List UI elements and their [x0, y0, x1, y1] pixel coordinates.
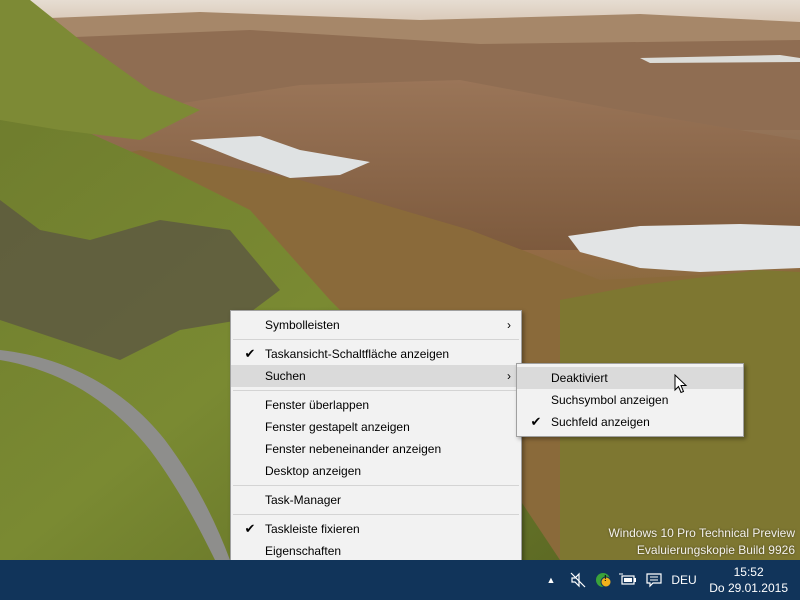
watermark-line-2: Evaluierungskopie Build 9926: [636, 543, 795, 557]
menu-item-label: Desktop anzeigen: [265, 464, 362, 478]
menu-separator: [233, 514, 519, 515]
menu-item-label: Symbolleisten: [265, 318, 340, 332]
menu-item-label: Suchen: [265, 369, 306, 383]
menu-item-label: Taskleiste fixieren: [265, 522, 360, 536]
menu-item-symbolleisten[interactable]: Symbolleisten ›: [231, 314, 521, 336]
checkmark-icon: ✔: [244, 346, 256, 361]
clock-time: 15:52: [733, 565, 764, 579]
menu-item-taskleiste-fixieren[interactable]: ✔ Taskleiste fixieren: [231, 518, 521, 540]
submenu-item-suchfeld[interactable]: ✔ Suchfeld anzeigen: [517, 411, 743, 433]
menu-item-label: Taskansicht-Schaltfläche anzeigen: [265, 347, 450, 361]
menu-item-label: Suchfeld anzeigen: [551, 415, 650, 429]
menu-item-taskansicht[interactable]: ✔ Taskansicht-Schaltfläche anzeigen: [231, 343, 521, 365]
menu-item-eigenschaften[interactable]: Eigenschaften: [231, 540, 521, 562]
taskbar[interactable]: ▲ ! DEU 15:52 Do 29.01.2015: [0, 560, 800, 600]
menu-separator: [233, 485, 519, 486]
menu-item-label: Fenster nebeneinander anzeigen: [265, 442, 442, 456]
submenu-item-deaktiviert[interactable]: Deaktiviert: [517, 367, 743, 389]
search-submenu: Deaktiviert Suchsymbol anzeigen ✔ Suchfe…: [516, 363, 744, 437]
windows-watermark: Windows 10 Pro Technical Preview Evaluie…: [608, 525, 795, 559]
submenu-arrow-icon: ›: [507, 318, 511, 332]
menu-item-label: Fenster überlappen: [265, 398, 370, 412]
checkmark-icon: ✔: [244, 521, 256, 536]
menu-item-label: Fenster gestapelt anzeigen: [265, 420, 410, 434]
watermark-line-1: Windows 10 Pro Technical Preview: [608, 526, 795, 540]
submenu-item-suchsymbol[interactable]: Suchsymbol anzeigen: [517, 389, 743, 411]
taskbar-clock[interactable]: 15:52 Do 29.01.2015: [709, 564, 788, 596]
menu-item-label: Suchsymbol anzeigen: [551, 393, 669, 407]
clock-date: Do 29.01.2015: [709, 581, 788, 595]
menu-item-label: Deaktiviert: [551, 371, 608, 385]
menu-item-task-manager[interactable]: Task-Manager: [231, 489, 521, 511]
mouse-pointer-icon: [674, 374, 688, 394]
menu-item-fenster-nebeneinander[interactable]: Fenster nebeneinander anzeigen: [231, 438, 521, 460]
menu-separator: [233, 339, 519, 340]
menu-item-fenster-ueberlappen[interactable]: Fenster überlappen: [231, 394, 521, 416]
menu-item-fenster-gestapelt[interactable]: Fenster gestapelt anzeigen: [231, 416, 521, 438]
notification-warning-icon[interactable]: !: [592, 560, 616, 600]
menu-item-desktop-anzeigen[interactable]: Desktop anzeigen: [231, 460, 521, 482]
submenu-arrow-icon: ›: [507, 369, 511, 383]
action-center-message-icon[interactable]: [642, 560, 666, 600]
checkmark-icon: ✔: [530, 414, 542, 429]
taskbar-context-menu: Symbolleisten › ✔ Taskansicht-Schaltfläc…: [230, 310, 522, 566]
battery-power-icon[interactable]: [616, 560, 640, 600]
warning-badge: !: [604, 574, 607, 583]
speaker-muted-icon[interactable]: [566, 560, 590, 600]
input-language-indicator[interactable]: DEU: [668, 560, 700, 600]
menu-item-label: Task-Manager: [265, 493, 342, 507]
menu-separator: [233, 390, 519, 391]
show-hidden-icons-chevron-up-icon[interactable]: ▲: [542, 560, 560, 600]
menu-item-suchen[interactable]: Suchen ›: [231, 365, 521, 387]
menu-item-label: Eigenschaften: [265, 544, 342, 558]
